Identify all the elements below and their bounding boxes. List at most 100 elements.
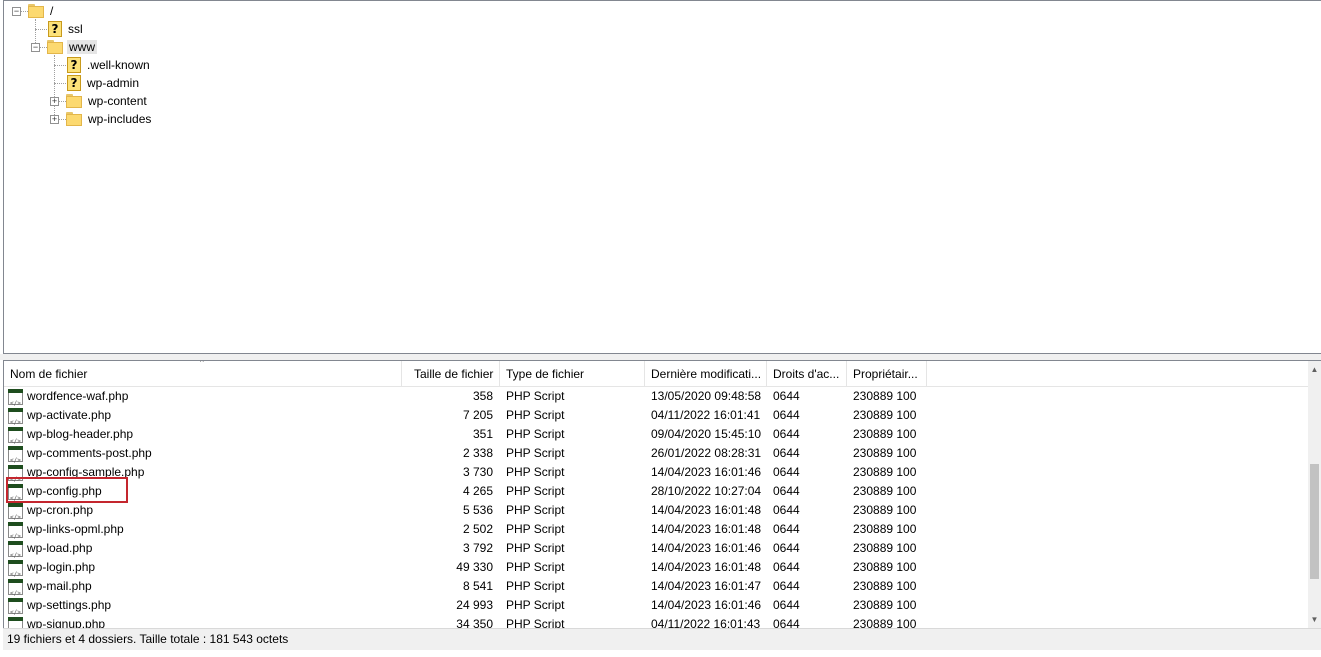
unknown-folder-icon: ? bbox=[48, 21, 62, 37]
status-bar: 19 fichiers et 4 dossiers. Taille totale… bbox=[3, 628, 1321, 650]
file-modified: 14/04/2023 16:01:47 bbox=[651, 579, 762, 593]
php-file-icon bbox=[8, 502, 23, 527]
scroll-down-icon[interactable]: ▼ bbox=[1308, 613, 1321, 626]
file-permissions: 0644 bbox=[773, 446, 800, 460]
scrollbar-thumb[interactable] bbox=[1310, 464, 1319, 579]
unknown-folder-icon: ? bbox=[67, 57, 81, 73]
file-name: wp-config-sample.php bbox=[27, 465, 145, 479]
folder-icon bbox=[66, 94, 82, 108]
tree-node-label: wp-includes bbox=[88, 112, 152, 126]
file-permissions: 0644 bbox=[773, 541, 800, 555]
file-name: wp-comments-post.php bbox=[27, 446, 152, 460]
file-name-cell: wp-links-opml.php bbox=[8, 520, 124, 546]
tree-node-root[interactable]: / bbox=[28, 2, 55, 20]
file-name-cell: wp-comments-post.php bbox=[8, 444, 152, 470]
table-row[interactable]: wp-cron.php 5 536 PHP Script 14/04/2023 16:… bbox=[4, 501, 1309, 527]
tree-node-www[interactable]: www bbox=[47, 38, 97, 56]
collapse-www-toggle[interactable]: − bbox=[31, 43, 40, 52]
file-name: wp-links-opml.php bbox=[27, 522, 124, 536]
file-permissions: 0644 bbox=[773, 427, 800, 441]
file-owner: 230889 100 bbox=[853, 484, 917, 498]
file-type: PHP Script bbox=[506, 465, 565, 479]
file-owner: 230889 100 bbox=[853, 541, 917, 555]
table-row[interactable]: wp-mail.php 8 541 PHP Script 14/04/2023 16:… bbox=[4, 577, 1309, 603]
table-row[interactable]: wp-activate.php 7 205 PHP Script 04/11/2022… bbox=[4, 406, 1309, 432]
folder-icon bbox=[66, 112, 82, 126]
folder-icon bbox=[47, 40, 63, 54]
file-type: PHP Script bbox=[506, 446, 565, 460]
table-row[interactable]: wp-blog-header.php 351 PHP Script 09/04/202… bbox=[4, 425, 1309, 451]
file-name: wp-load.php bbox=[27, 541, 93, 555]
file-permissions: 0644 bbox=[773, 389, 800, 403]
table-row[interactable]: wp-login.php 49 330 PHP Script 14/04/2023 1… bbox=[4, 558, 1309, 584]
php-file-icon bbox=[8, 597, 23, 622]
table-row[interactable]: wp-comments-post.php 2 338 PHP Script 26/01… bbox=[4, 444, 1309, 470]
tree-node-well-known[interactable]: ? .well-known bbox=[67, 56, 152, 74]
column-header-type[interactable]: Type de fichier bbox=[500, 361, 645, 386]
expand-wp-includes-toggle[interactable]: + bbox=[50, 115, 59, 124]
file-modified: 14/04/2023 16:01:46 bbox=[651, 598, 762, 612]
table-row[interactable]: wp-load.php 3 792 PHP Script 14/04/2023 16:… bbox=[4, 539, 1309, 565]
scroll-up-icon[interactable]: ▲ bbox=[1308, 363, 1321, 376]
table-row[interactable]: wp-signup.php 34 350 PHP Script 04/11/2022 … bbox=[4, 615, 1309, 628]
file-permissions: 0644 bbox=[773, 465, 800, 479]
table-row[interactable]: wp-config.php 4 265 PHP Script 28/10/2022 1… bbox=[4, 482, 1309, 508]
file-name-cell: wp-login.php bbox=[8, 558, 95, 584]
directory-tree[interactable]: − / ? ssl − www ? .well-known ? wp-admin… bbox=[3, 0, 1321, 354]
column-header-permissions[interactable]: Droits d'ac... bbox=[767, 361, 847, 386]
column-header-size[interactable]: Taille de fichier bbox=[402, 361, 500, 386]
file-permissions: 0644 bbox=[773, 408, 800, 422]
tree-node-wp-includes[interactable]: wp-includes bbox=[66, 110, 153, 128]
file-name: wp-cron.php bbox=[27, 503, 94, 517]
file-size: 3 730 bbox=[462, 465, 493, 479]
file-name-cell: wp-blog-header.php bbox=[8, 425, 134, 451]
file-name-cell: wp-load.php bbox=[8, 539, 93, 565]
file-name: wp-signup.php bbox=[27, 617, 106, 628]
file-name: wp-blog-header.php bbox=[27, 427, 134, 441]
file-permissions: 0644 bbox=[773, 503, 800, 517]
file-modified: 04/11/2022 16:01:43 bbox=[651, 617, 761, 628]
collapse-root-toggle[interactable]: − bbox=[12, 7, 21, 16]
file-owner: 230889 100 bbox=[853, 389, 917, 403]
folder-icon bbox=[28, 4, 44, 18]
tree-connector bbox=[54, 65, 68, 66]
file-owner: 230889 100 bbox=[853, 598, 917, 612]
tree-node-wp-content[interactable]: wp-content bbox=[66, 92, 149, 110]
file-permissions: 0644 bbox=[773, 522, 800, 536]
table-row[interactable]: wp-settings.php 24 993 PHP Script 14/04/202… bbox=[4, 596, 1309, 622]
file-name-cell: wp-config-sample.php bbox=[8, 463, 145, 489]
file-list[interactable]: Nom de fichier ^ Taille de fichier Type … bbox=[3, 360, 1321, 628]
file-name-cell: wordfence-waf.php bbox=[8, 387, 128, 413]
file-size: 8 541 bbox=[462, 579, 493, 593]
tree-node-label: www bbox=[67, 40, 97, 54]
file-permissions: 0644 bbox=[773, 579, 800, 593]
status-text: 19 fichiers et 4 dossiers. Taille totale… bbox=[7, 632, 289, 646]
file-permissions: 0644 bbox=[773, 484, 800, 498]
file-size: 7 205 bbox=[462, 408, 493, 422]
column-header-modified[interactable]: Dernière modificati... bbox=[645, 361, 767, 386]
file-size: 2 338 bbox=[462, 446, 493, 460]
tree-node-wp-admin[interactable]: ? wp-admin bbox=[67, 74, 141, 92]
file-type: PHP Script bbox=[506, 617, 565, 628]
file-size: 3 792 bbox=[462, 541, 493, 555]
tree-node-ssl[interactable]: ? ssl bbox=[48, 20, 85, 38]
file-type: PHP Script bbox=[506, 503, 565, 517]
table-row[interactable]: wp-links-opml.php 2 502 PHP Script 14/04/20… bbox=[4, 520, 1309, 546]
tree-connector bbox=[54, 83, 68, 84]
file-name: wp-settings.php bbox=[27, 598, 112, 612]
vertical-scrollbar[interactable]: ▲ ▼ bbox=[1308, 361, 1321, 628]
column-header-owner[interactable]: Propriétair... bbox=[847, 361, 927, 386]
file-owner: 230889 100 bbox=[853, 408, 917, 422]
file-type: PHP Script bbox=[506, 541, 565, 555]
file-permissions: 0644 bbox=[773, 617, 800, 628]
tree-connector bbox=[35, 29, 49, 30]
table-row[interactable]: wp-config-sample.php 3 730 PHP Script 14/04… bbox=[4, 463, 1309, 489]
file-modified: 13/05/2020 09:48:58 bbox=[651, 389, 762, 403]
table-row[interactable]: wordfence-waf.php 358 PHP Script 13/05/2020… bbox=[4, 387, 1309, 413]
file-permissions: 0644 bbox=[773, 598, 800, 612]
expand-wp-content-toggle[interactable]: + bbox=[50, 97, 59, 106]
file-size: 5 536 bbox=[462, 503, 493, 517]
file-owner: 230889 100 bbox=[853, 522, 917, 536]
file-size: 2 502 bbox=[462, 522, 493, 536]
php-file-icon bbox=[8, 426, 23, 451]
